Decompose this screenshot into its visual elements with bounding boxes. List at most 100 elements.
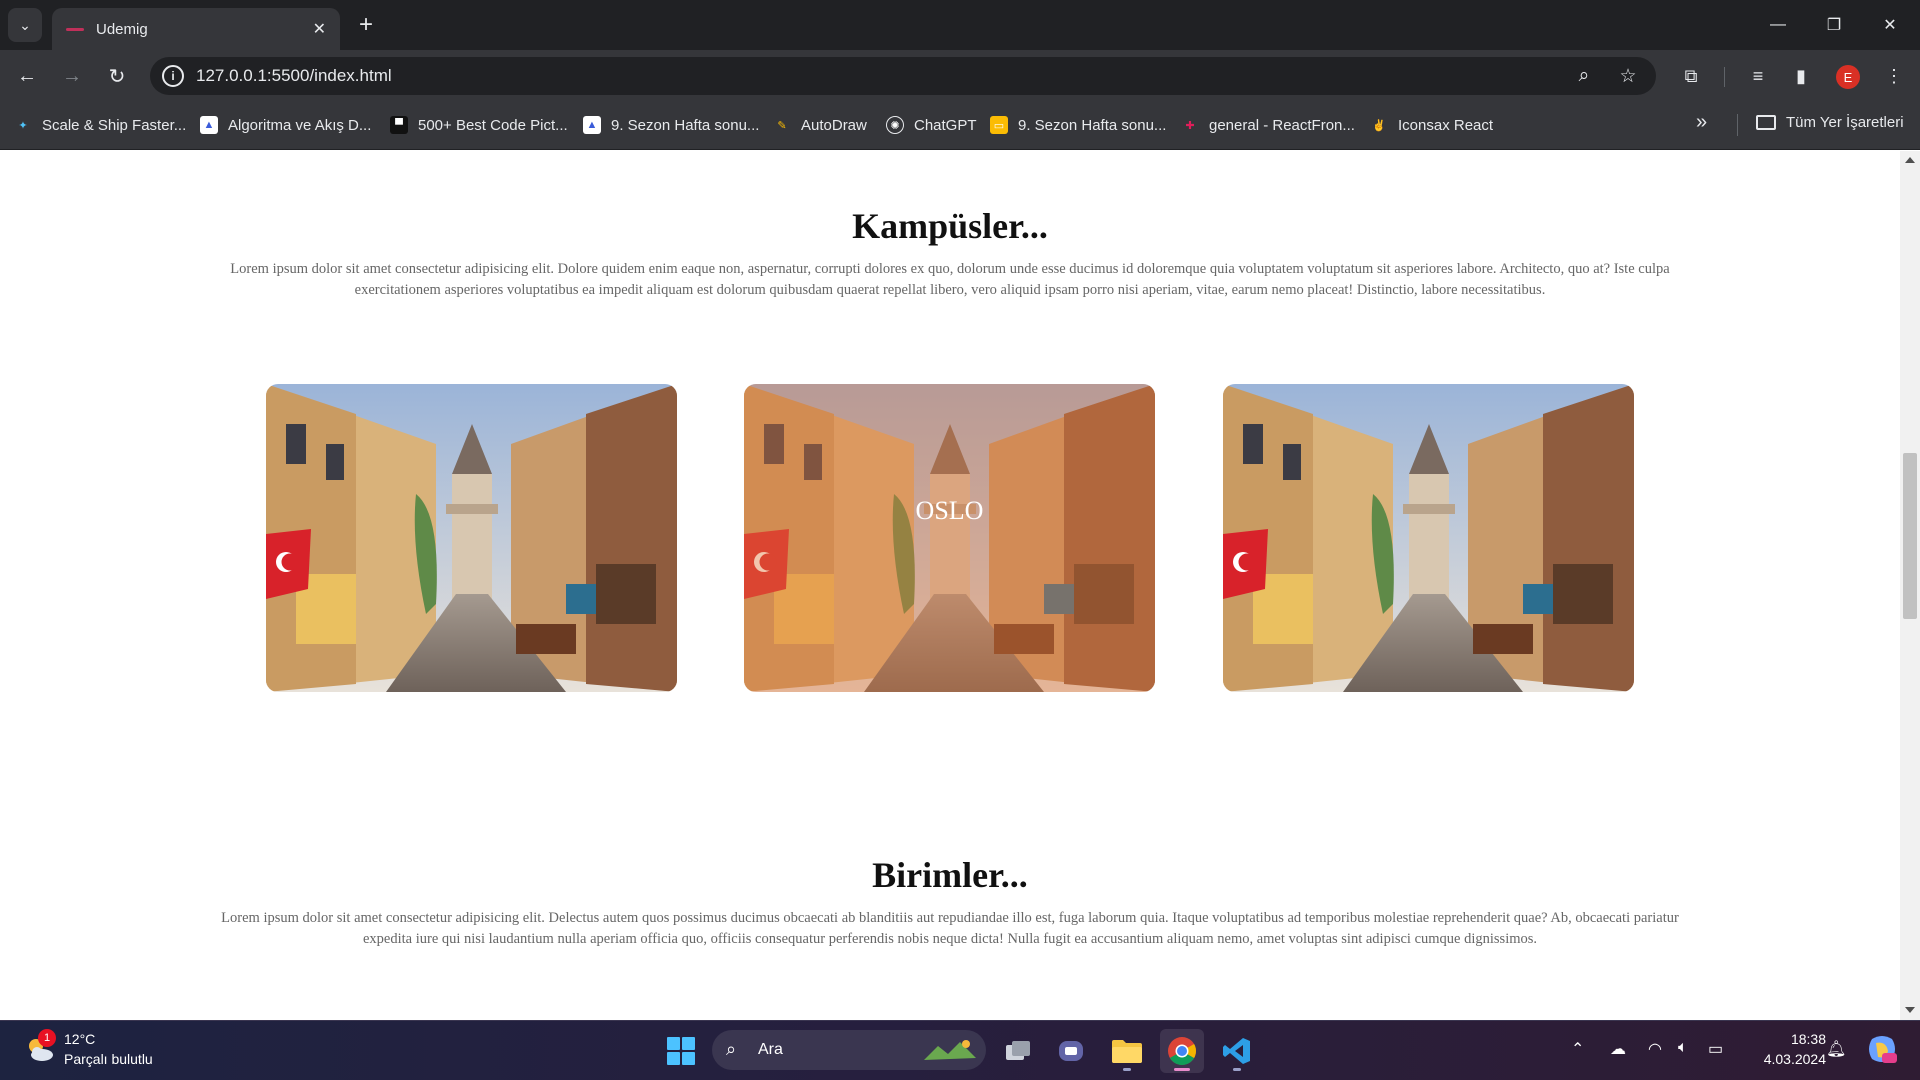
- chevron-up-icon[interactable]: ⌃: [1571, 1039, 1584, 1059]
- task-view-button[interactable]: [996, 1029, 1040, 1073]
- bookmark-star-icon[interactable]: ☆: [1616, 64, 1640, 88]
- teams-button[interactable]: [1050, 1029, 1094, 1073]
- all-bookmarks-button[interactable]: Tüm Yer İşaretleri: [1756, 114, 1904, 131]
- card-label: OSLO: [915, 496, 984, 525]
- volume-icon[interactable]: 🔈︎: [1678, 1039, 1688, 1057]
- bookmark-item[interactable]: ▀ 500+ Best Code Pict...: [390, 114, 568, 136]
- windows-taskbar: 1 12°C Parçalı bulutlu ⌕ Ara ⌃ ☁ ◠ 🔈︎ ▭ …: [0, 1020, 1920, 1080]
- chrome-button[interactable]: [1160, 1029, 1204, 1073]
- slack-icon: ✚: [1185, 119, 1195, 132]
- url-text[interactable]: 127.0.0.1:5500/index.html: [196, 66, 392, 86]
- tab-strip: ⌄ Udemig ✕ + — ❐ ✕: [0, 0, 1920, 50]
- wifi-icon[interactable]: ◠: [1648, 1039, 1662, 1059]
- drawio-icon: ▲: [583, 116, 601, 134]
- campus-photo: [266, 384, 677, 692]
- page-scrollbar[interactable]: [1900, 151, 1920, 1020]
- bookmark-item[interactable]: ▭ 9. Sezon Hafta sonu...: [990, 114, 1166, 136]
- bookmark-item[interactable]: ▲ 9. Sezon Hafta sonu...: [583, 114, 759, 136]
- campus-card[interactable]: [266, 384, 677, 692]
- teams-icon: [1059, 1041, 1083, 1061]
- browser-toolbar: ← → ↻ i 127.0.0.1:5500/index.html ⌕ ☆ ⧉ …: [0, 50, 1920, 100]
- campuses-title: Kampüsler...: [852, 206, 1048, 246]
- campus-card[interactable]: OSLO: [744, 384, 1155, 692]
- units-text: Lorem ipsum dolor sit amet consectetur a…: [221, 910, 1679, 947]
- vscode-button[interactable]: [1215, 1029, 1259, 1073]
- card-hover-overlay: [744, 384, 1155, 692]
- bookmark-item[interactable]: ✺ ChatGPT: [886, 114, 977, 136]
- forward-button[interactable]: →: [55, 59, 89, 93]
- campuses-text: Lorem ipsum dolor sit amet consectetur a…: [230, 261, 1670, 298]
- tab-title: Udemig: [96, 20, 148, 38]
- udemig-favicon-icon: [66, 24, 84, 34]
- side-panel-icon[interactable]: ▮: [1787, 62, 1815, 90]
- bookmark-item[interactable]: ▲ Algoritma ve Akış D...: [200, 114, 371, 136]
- minimize-button[interactable]: —: [1750, 0, 1806, 50]
- search-icon: ⌕: [726, 1039, 737, 1059]
- task-view-icon: [1006, 1041, 1030, 1060]
- file-explorer-button[interactable]: [1105, 1029, 1149, 1073]
- bookmark-item[interactable]: ✌ Iconsax React: [1370, 114, 1493, 136]
- onedrive-icon[interactable]: ☁: [1610, 1039, 1626, 1059]
- reload-button[interactable]: ↻: [100, 59, 134, 93]
- folder-icon: [1756, 115, 1776, 130]
- chrome-icon: [1168, 1037, 1196, 1065]
- pencil-icon: ✎: [777, 119, 787, 132]
- search-highlight-icon: [924, 1040, 976, 1060]
- campus-cards: OSLO: [266, 384, 1634, 692]
- windows-logo-icon: [667, 1037, 695, 1065]
- extensions-icon[interactable]: ⧉: [1677, 62, 1705, 90]
- copilot-icon[interactable]: [1866, 1035, 1898, 1065]
- back-button[interactable]: ←: [10, 59, 44, 93]
- chevron-down-icon: ⌄: [19, 16, 31, 33]
- bookmarks-overflow-icon[interactable]: »: [1696, 111, 1707, 134]
- menu-icon[interactable]: ⋮: [1880, 62, 1908, 90]
- scroll-down-icon[interactable]: [1905, 1007, 1915, 1013]
- vscode-icon: [1223, 1038, 1250, 1064]
- tab-udemig[interactable]: Udemig ✕: [52, 8, 340, 50]
- page-viewport: Kampüsler... Lorem ipsum dolor sit amet …: [0, 151, 1900, 1020]
- battery-icon[interactable]: ▭: [1708, 1039, 1723, 1059]
- units-title: Birimler...: [872, 855, 1028, 895]
- drawio-icon: ▲: [200, 116, 218, 134]
- slides-icon: ▭: [990, 116, 1008, 134]
- campus-card[interactable]: [1223, 384, 1634, 692]
- tab-search-button[interactable]: ⌄: [8, 8, 42, 42]
- bookmarks-bar: ✦ Scale & Ship Faster... ▲ Algoritma ve Ak…: [0, 100, 1920, 150]
- scroll-up-icon[interactable]: [1905, 157, 1915, 163]
- toolbar-divider: [1724, 67, 1725, 87]
- notification-badge: 1: [38, 1029, 56, 1047]
- notification-bell-icon[interactable]: 🔔︎: [1826, 1039, 1846, 1059]
- zoom-icon[interactable]: ⌕: [1572, 64, 1596, 88]
- search-placeholder: Ara: [758, 1041, 783, 1058]
- folder-icon: [1112, 1040, 1142, 1063]
- weather-description[interactable]: Parçalı bulutlu: [64, 1051, 153, 1067]
- window-close-button[interactable]: ✕: [1862, 0, 1918, 50]
- running-indicator: [1233, 1068, 1241, 1071]
- units-section: Birimler... Lorem ipsum dolor sit amet c…: [0, 854, 1900, 950]
- chatgpt-icon: ✺: [886, 116, 904, 134]
- restore-button[interactable]: ❐: [1806, 0, 1862, 50]
- media-controls-icon[interactable]: ≡: [1744, 62, 1772, 90]
- scrollbar-thumb[interactable]: [1903, 453, 1917, 619]
- campuses-section: Kampüsler... Lorem ipsum dolor sit amet …: [0, 205, 1900, 301]
- active-indicator: [1174, 1068, 1190, 1071]
- close-icon[interactable]: ✕: [313, 19, 326, 39]
- bookmark-item[interactable]: ✎ AutoDraw: [773, 114, 866, 136]
- weather-temperature[interactable]: 12°C: [64, 1031, 95, 1047]
- sparkle-icon: ✦: [18, 119, 28, 132]
- code-icon: ▀: [390, 116, 408, 134]
- bookmarks-divider: [1737, 114, 1738, 136]
- bookmark-item[interactable]: ✚ general - ReactFron...: [1181, 114, 1355, 136]
- clock-time[interactable]: 18:38: [1780, 1031, 1826, 1047]
- address-bar[interactable]: i 127.0.0.1:5500/index.html ⌕ ☆: [150, 57, 1656, 95]
- taskbar-search[interactable]: ⌕ Ara: [712, 1030, 986, 1070]
- site-info-icon[interactable]: i: [162, 65, 184, 87]
- new-tab-button[interactable]: +: [352, 11, 380, 39]
- clock-date[interactable]: 4.03.2024: [1752, 1051, 1826, 1067]
- campus-photo: [1223, 384, 1634, 692]
- running-indicator: [1123, 1068, 1131, 1071]
- bookmark-item[interactable]: ✦ Scale & Ship Faster...: [14, 114, 186, 136]
- start-button[interactable]: [659, 1029, 703, 1073]
- profile-avatar[interactable]: E: [1836, 65, 1860, 89]
- victory-hand-icon: ✌: [1372, 119, 1386, 132]
